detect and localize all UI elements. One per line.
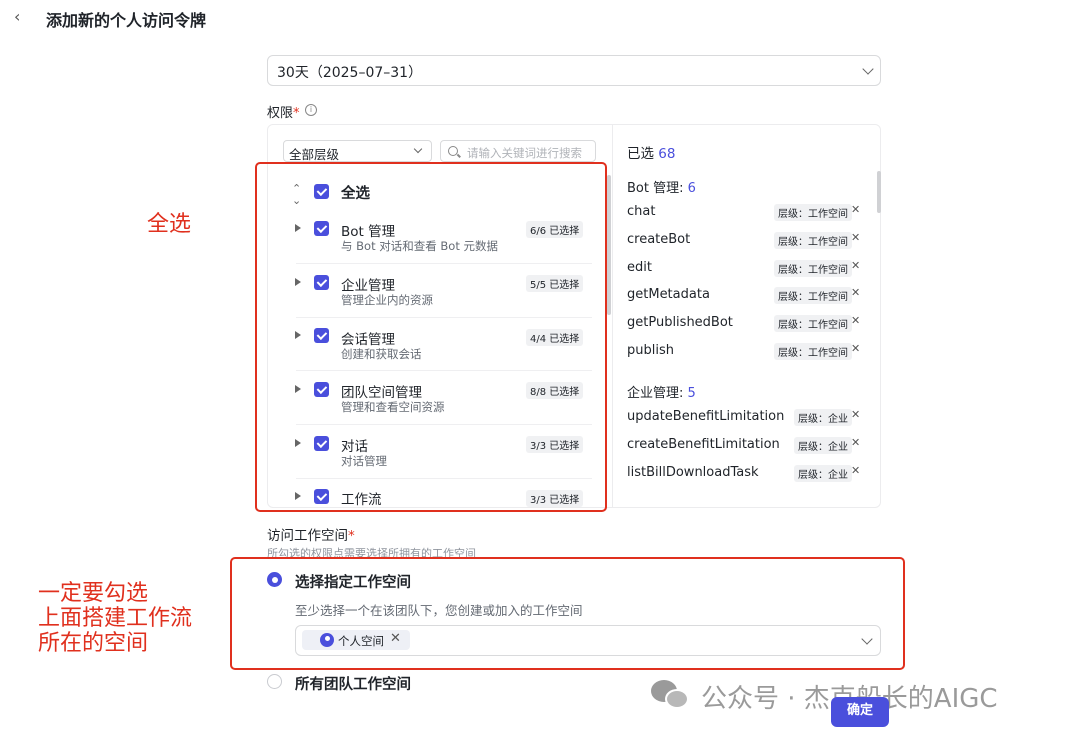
level-tag: 层级：工作空间: [774, 343, 852, 360]
panel-divider: [612, 124, 613, 508]
info-icon[interactable]: i: [305, 104, 317, 116]
page-header: ‹ 添加新的个人访问令牌: [0, 0, 1080, 40]
select-all-highlight-box: [255, 162, 607, 512]
radio-all-workspaces[interactable]: [267, 674, 282, 689]
expiry-select[interactable]: 30天（2025–07–31）: [267, 55, 881, 86]
selected-group-header: 企业管理: 5: [627, 386, 696, 401]
remove-icon[interactable]: ✕: [851, 342, 860, 355]
selected-api-name: getMetadata: [627, 287, 710, 302]
search-icon: [448, 146, 458, 156]
wechat-logo-icon: [651, 680, 691, 710]
remove-icon[interactable]: ✕: [851, 436, 860, 449]
remove-icon[interactable]: ✕: [851, 286, 860, 299]
remove-icon[interactable]: ✕: [851, 408, 860, 421]
level-tag: 层级：工作空间: [774, 287, 852, 304]
level-tag: 层级：企业: [794, 437, 852, 454]
select-all-annotation: 全选: [147, 212, 192, 237]
confirm-button[interactable]: 确定: [831, 697, 889, 727]
selected-api-name: createBot: [627, 232, 691, 247]
level-tag: 层级：工作空间: [774, 204, 852, 221]
remove-icon[interactable]: ✕: [851, 203, 860, 216]
selected-api-name: chat: [627, 204, 656, 219]
remove-icon[interactable]: ✕: [851, 259, 860, 272]
all-workspaces-label: 所有团队工作空间: [295, 677, 411, 693]
workspace-hint: 所勾选的权限点需要选择所拥有的工作空间: [267, 547, 476, 557]
level-tag: 层级：工作空间: [774, 260, 852, 277]
chevron-down-icon: [413, 144, 423, 154]
level-tag: 层级：工作空间: [774, 232, 852, 249]
selected-api-name: listBillDownloadTask: [627, 465, 759, 480]
selected-api-name: createBenefitLimitation: [627, 437, 780, 452]
page-title: 添加新的个人访问令牌: [46, 11, 207, 30]
selected-api-name: edit: [627, 260, 652, 275]
search-placeholder: 请输入关键词进行搜索: [467, 146, 582, 160]
remove-icon[interactable]: ✕: [851, 464, 860, 477]
chevron-down-icon: [862, 63, 874, 75]
remove-icon[interactable]: ✕: [851, 231, 860, 244]
selected-api-name: updateBenefitLimitation: [627, 409, 785, 424]
workspace-annotation: 一定要勾选 上面搭建工作流 所在的空间: [38, 581, 193, 656]
workspace-label: 访问工作空间*: [267, 528, 355, 544]
selected-api-name: getPublishedBot: [627, 315, 733, 330]
left-scrollbar[interactable]: [607, 175, 611, 315]
right-scrollbar[interactable]: [877, 171, 881, 213]
level-filter-select[interactable]: 全部层级: [283, 140, 432, 162]
remove-icon[interactable]: ✕: [851, 314, 860, 327]
selected-count-header: 已选 68: [627, 146, 676, 162]
level-tag: 层级：企业: [794, 465, 852, 482]
level-tag: 层级：企业: [794, 409, 852, 426]
workspace-highlight-box: [230, 557, 905, 670]
level-filter-value: 全部层级: [289, 147, 340, 162]
permission-search-input[interactable]: 请输入关键词进行搜索: [440, 140, 596, 162]
expiry-value: 30天（2025–07–31）: [277, 65, 423, 81]
back-arrow-icon[interactable]: ‹: [14, 8, 32, 26]
permissions-label: 权限*: [267, 106, 300, 121]
selected-group-header: Bot 管理: 6: [627, 181, 696, 196]
level-tag: 层级：工作空间: [774, 315, 852, 332]
selected-api-name: publish: [627, 343, 674, 358]
